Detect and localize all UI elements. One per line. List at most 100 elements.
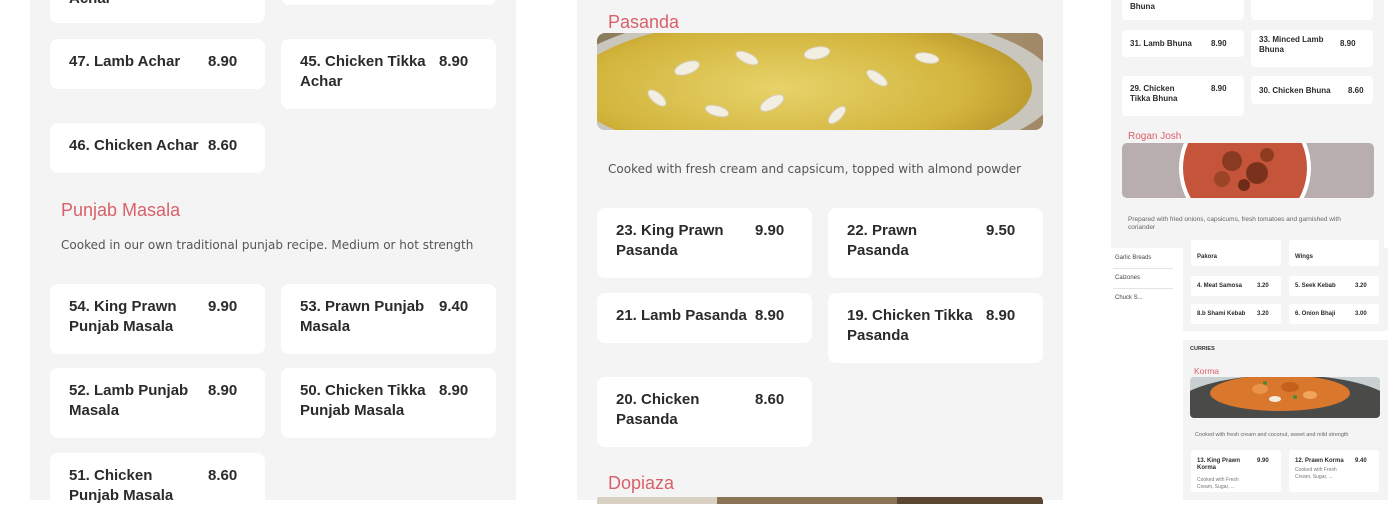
menu-item-card[interactable]: 46. Chicken Achar 8.60 (50, 123, 265, 173)
korma-dish-image (1190, 377, 1380, 418)
menu-item-name: 19. Chicken Tikka Pasanda (847, 307, 973, 344)
menu-item-name: Pakora (1197, 254, 1218, 260)
menu-item-card[interactable]: 53. Prawn Punjab Masala 9.40 (281, 284, 496, 354)
menu-item-price: 8.60 (208, 467, 238, 484)
menu-item-price: 3.20 (1355, 283, 1367, 289)
menu-item-card[interactable]: 21. Lamb Pasanda 8.90 (597, 293, 812, 343)
menu-item-price: 3.00 (1355, 311, 1367, 317)
section-title: Dopiaza (608, 473, 675, 493)
menu-item-card[interactable]: 13. King Prawn Korma 9.90 Cooked with Fr… (1191, 450, 1281, 492)
korma-preview-panel: CURRIES Korma Cooked with fresh cream an… (1183, 340, 1388, 500)
menu-item-name: 21. Lamb Pasanda (616, 307, 747, 324)
menu-item-name: Achar (69, 0, 112, 9)
menu-item-price: 8.60 (1348, 86, 1364, 95)
menu-item-card[interactable]: Wings (1289, 240, 1379, 266)
menu-item-price: 9.90 (1257, 458, 1269, 464)
menu-item-price: 9.50 (986, 222, 1016, 239)
menu-item-card[interactable]: 52. Lamb Punjab Masala 8.90 (50, 368, 265, 438)
menu-item-price: 8.90 (1211, 84, 1227, 93)
menu-item-price: 8.90 (439, 53, 469, 70)
menu-item-subtext: Cooked with Fresh Cream, Sugar, ... (1197, 477, 1239, 490)
menu-item-card[interactable]: 50. Chicken Tikka Punjab Masala 8.90 (281, 368, 496, 438)
menu-item-card[interactable]: 51. Chicken Punjab Masala 8.60 (50, 453, 265, 523)
menu-item-card[interactable]: 30. Chicken Bhuna 8.60 (1251, 76, 1373, 104)
menu-item-card[interactable]: 4. Meat Samosa 3.20 (1191, 276, 1281, 296)
menu-item-card[interactable]: 6. Onion Bhaji 3.00 (1289, 304, 1379, 324)
menu-item-name: Bhuna (1130, 2, 1155, 11)
menu-item-name: 23. King Prawn Pasanda (616, 222, 724, 259)
section-description: Cooked with fresh cream and capsicum, to… (608, 162, 1022, 176)
menu-item-name: 4. Meat Samosa (1197, 283, 1243, 289)
menu-item-price: 9.40 (1355, 458, 1367, 464)
menu-item-price: 8.90 (755, 307, 785, 324)
menu-item-name: 13. King Prawn Korma (1197, 458, 1241, 471)
menu-item-card[interactable]: 33. Minced Lamb Bhuna 8.90 (1251, 30, 1373, 67)
menu-item-card[interactable]: 45. Chicken Tikka Achar 8.90 (281, 39, 496, 109)
section-title: Pasanda (608, 12, 680, 32)
left-menu-panel: Achar 47. Lamb Achar 8.90 45. Chicken Ti… (30, 0, 516, 523)
menu-item-name: 45. Chicken Tikka Achar (300, 53, 426, 90)
menu-item-card[interactable]: 8.b Shami Kebab 3.20 (1191, 304, 1281, 324)
section-description: Cooked with fresh cream and coconut, swe… (1195, 432, 1349, 438)
menu-item-name: 46. Chicken Achar (69, 137, 199, 154)
menu-item-name: 22. Prawn Pasanda (847, 222, 918, 259)
section-title: Punjab Masala (61, 200, 181, 220)
menu-item-price: 3.20 (1257, 283, 1269, 289)
menu-item-card[interactable]: 54. King Prawn Punjab Masala 9.90 (50, 284, 265, 354)
rogan-josh-dish-image (1122, 143, 1374, 198)
menu-item-price: 8.90 (1211, 39, 1227, 48)
menu-item-price: 8.90 (208, 382, 238, 399)
menu-item-name: 31. Lamb Bhuna (1130, 39, 1192, 48)
sidebar-item[interactable]: Calzones (1115, 275, 1140, 281)
menu-item-name: 8.b Shami Kebab (1197, 311, 1246, 317)
menu-item-card[interactable]: 12. Prawn Korma 9.40 Cooked with Fresh C… (1289, 450, 1379, 492)
menu-sidebar: Garlic Breads Calzones Chuck S... (1113, 248, 1175, 301)
menu-item-subtext: Cooked with Fresh Cream, Sugar, ... (1295, 467, 1337, 480)
menu-item-card[interactable]: 22. Prawn Pasanda 9.50 (828, 208, 1043, 278)
menu-item-card[interactable]: 20. Chicken Pasanda 8.60 (597, 377, 812, 447)
menu-item-name: 33. Minced Lamb Bhuna (1259, 35, 1324, 54)
menu-item-card[interactable]: Pakora (1191, 240, 1281, 266)
section-description: Prepared with fried onions, capsicums, f… (1128, 216, 1341, 231)
menu-item-name: 52. Lamb Punjab Masala (69, 382, 189, 419)
menu-item-name: 51. Chicken Punjab Masala (69, 467, 174, 504)
menu-item-name: 12. Prawn Korma (1295, 458, 1344, 464)
menu-item-price: 9.90 (755, 222, 785, 239)
menu-item-card[interactable]: 5. Seek Kebab 3.20 (1289, 276, 1379, 296)
category-label: CURRIES (1190, 346, 1215, 352)
sidebar-item[interactable]: Garlic Breads (1115, 255, 1151, 261)
starters-preview-panel: Pakora Wings 4. Meat Samosa 3.20 5. Seek… (1183, 240, 1388, 331)
menu-item-card[interactable]: 23. King Prawn Pasanda 9.90 (597, 208, 812, 278)
menu-item-name: 50. Chicken Tikka Punjab Masala (300, 382, 426, 419)
menu-item-card[interactable]: 29. Chicken Tikka Bhuna 8.90 (1122, 76, 1244, 116)
menu-item-price: 8.60 (755, 391, 785, 408)
menu-item-name: 6. Onion Bhaji (1295, 311, 1336, 317)
menu-item-card[interactable]: 31. Lamb Bhuna 8.90 (1122, 30, 1244, 57)
menu-item-price: 9.90 (208, 298, 238, 315)
menu-item-card[interactable] (281, 0, 496, 5)
section-description: Cooked in our own traditional punjab rec… (61, 238, 474, 252)
menu-item-price: 9.40 (439, 298, 469, 315)
section-title: Korma (1194, 366, 1220, 376)
sidebar-item[interactable]: Chuck S... (1115, 295, 1143, 301)
menu-item-name: Wings (1295, 254, 1313, 260)
menu-item-name: 5. Seek Kebab (1295, 283, 1336, 289)
dopiaza-dish-image (597, 494, 1043, 504)
menu-item-card[interactable] (1251, 0, 1373, 20)
menu-item-price: 8.90 (208, 53, 238, 70)
menu-item-card[interactable]: 47. Lamb Achar 8.90 (50, 39, 265, 89)
menu-item-name: 47. Lamb Achar (69, 53, 181, 70)
section-title: Rogan Josh (1128, 131, 1182, 142)
menu-item-card[interactable]: Achar (50, 0, 265, 23)
bhuna-preview-panel: Bhuna 31. Lamb Bhuna 8.90 33. Minced Lam… (1111, 0, 1384, 248)
menu-item-price: 3.20 (1257, 311, 1269, 317)
menu-item-name: 29. Chicken Tikka Bhuna (1130, 84, 1178, 103)
menu-item-card[interactable]: Bhuna (1122, 0, 1244, 20)
menu-item-card[interactable]: 19. Chicken Tikka Pasanda 8.90 (828, 293, 1043, 363)
menu-item-price: 8.90 (439, 382, 469, 399)
menu-item-name: 54. King Prawn Punjab Masala (69, 298, 177, 335)
menu-item-name: 30. Chicken Bhuna (1259, 86, 1331, 95)
menu-item-price: 8.90 (1340, 39, 1356, 48)
menu-item-price: 8.90 (986, 307, 1016, 324)
menu-item-price: 8.60 (208, 137, 238, 154)
